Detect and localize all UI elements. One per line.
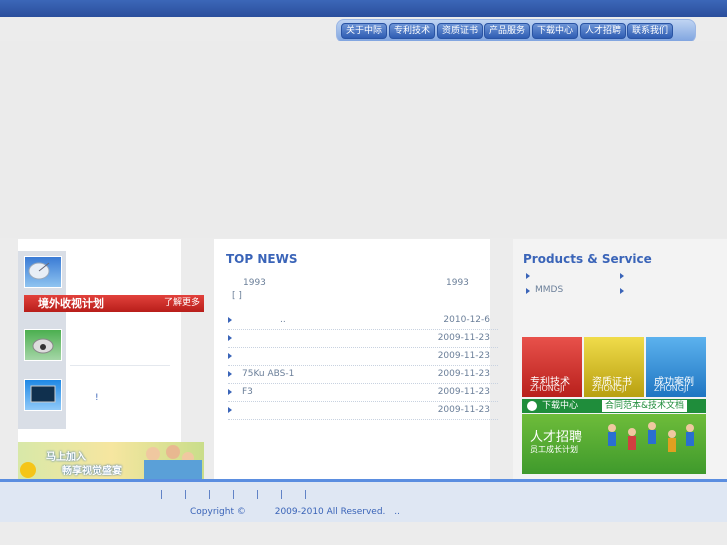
copyright-years: 2009-2010 All Reserved.	[274, 507, 386, 517]
news-date: 2009-11-23	[437, 387, 490, 397]
footer-link[interactable]: |	[232, 490, 235, 500]
news-item[interactable]: 2009-11-23	[228, 329, 498, 348]
news-date: 2009-11-23	[437, 351, 490, 361]
career-subtitle: 员工成长计划	[530, 445, 578, 454]
footer-link[interactable]: |	[256, 490, 259, 500]
exclaim-text: !	[95, 393, 99, 403]
intro-bracket: [ ]	[232, 291, 242, 301]
arrow-icon	[228, 407, 232, 413]
arrow-icon	[228, 371, 232, 377]
news-title: F3	[242, 387, 253, 397]
tile-sub: ZHONGJI	[654, 384, 689, 393]
news-title: 75Ku ABS-1	[242, 369, 295, 379]
copyright: Copyright © 2009-2010 All Reserved. ..	[190, 507, 406, 517]
tile-certificates[interactable]: 资质证书 ZHONGJI	[584, 337, 644, 397]
news-date: 2009-11-23	[437, 369, 490, 379]
products-heading: Products & Service	[523, 252, 652, 266]
arrow-icon	[228, 317, 232, 323]
news-item[interactable]: .. 2010-12-6	[228, 311, 498, 330]
careers-banner[interactable]: 人才招聘 员工成长计划	[522, 414, 706, 474]
nav-careers[interactable]: 人才招聘	[580, 23, 627, 39]
career-title: 人才招聘	[530, 430, 583, 445]
footer-link[interactable]: |	[280, 490, 283, 500]
tv-icon	[30, 385, 56, 403]
intro-year-1: 1993	[243, 278, 266, 288]
tile-patents[interactable]: 专利技术 ZHONGJI	[522, 337, 582, 397]
footer-link[interactable]: |	[184, 490, 187, 500]
banner-text: 境外收视计划	[38, 297, 104, 310]
footer-link[interactable]: |	[208, 490, 211, 500]
tile-sub: ZHONGJI	[530, 384, 565, 393]
nav-about[interactable]: 关于中际	[341, 23, 388, 39]
news-title: ..	[280, 315, 286, 325]
left-column: 境外收视计划 了解更多 ! 马上加入 畅享视觉盛宴	[18, 239, 204, 479]
footer: | | | | | | | Copyright © 2009-2010 All …	[0, 482, 727, 522]
tile-cases[interactable]: 成功案例 ZHONGJI	[646, 337, 706, 397]
news-item[interactable]: F3 2009-11-23	[228, 383, 498, 402]
news-item[interactable]: 2009-11-23	[228, 401, 498, 420]
news-date: 2010-12-6	[443, 315, 490, 325]
news-date: 2009-11-23	[437, 333, 490, 343]
satellite-dish-image[interactable]	[24, 256, 62, 288]
news-date: 2009-11-23	[437, 405, 490, 415]
tile-sub: ZHONGJI	[592, 384, 627, 393]
footer-link[interactable]: |	[160, 490, 163, 500]
nav-certificates[interactable]: 资质证书	[437, 23, 484, 39]
news-heading: TOP NEWS	[226, 252, 298, 266]
main-nav: 关于中际 专利技术 资质证书 产品服务 下载中心 人才招聘 联系我们	[336, 19, 696, 43]
satellite-dish-icon	[28, 262, 50, 280]
intro-year-2: 1993	[446, 278, 469, 288]
camera-image[interactable]	[24, 329, 62, 361]
copyright-suffix: ..	[394, 507, 401, 517]
nav-patents[interactable]: 专利技术	[389, 23, 436, 39]
nav-products[interactable]: 产品服务	[484, 23, 531, 39]
overseas-tv-plan-banner[interactable]: 境外收视计划 了解更多	[24, 295, 204, 312]
bullet-icon	[526, 273, 530, 279]
arrow-icon	[228, 389, 232, 395]
download-icon	[527, 401, 537, 411]
products-panel: Products & Service MMDS 专利技术 ZHONGJI 资质证…	[513, 239, 727, 479]
promo-line-2: 畅享视觉盛宴	[62, 466, 122, 477]
bullet-icon	[526, 288, 530, 294]
copyright-prefix: Copyright ©	[190, 507, 246, 517]
security-camera-icon	[32, 338, 54, 354]
tv-image[interactable]	[24, 379, 62, 411]
bullet-icon	[620, 273, 624, 279]
top-bar	[0, 0, 727, 17]
bullet-icon	[620, 288, 624, 294]
download-bar: 下载中心 合同范本&技术文档	[522, 399, 706, 413]
nav-downloads[interactable]: 下载中心	[532, 23, 579, 39]
product-mmds[interactable]: MMDS	[535, 285, 563, 295]
learn-more-link[interactable]: 了解更多	[164, 295, 200, 312]
hero-banner	[0, 41, 727, 238]
promo-line-1: 马上加入	[46, 452, 86, 463]
divider	[70, 365, 170, 366]
news-item[interactable]: 2009-11-23	[228, 347, 498, 366]
arrow-icon	[228, 353, 232, 359]
nav-contact[interactable]: 联系我们	[627, 23, 674, 39]
footer-link[interactable]: |	[304, 490, 307, 500]
news-item[interactable]: 75Ku ABS-1 2009-11-23	[228, 365, 498, 384]
docs-link[interactable]: 合同范本&技术文档	[602, 400, 688, 412]
news-panel: TOP NEWS 1993 1993 [ ] .. 2010-12-6 2009…	[214, 239, 498, 479]
join-promo-banner[interactable]: 马上加入 畅享视觉盛宴	[18, 442, 204, 479]
download-center-link[interactable]: 下载中心	[542, 399, 578, 413]
arrow-icon	[228, 335, 232, 341]
